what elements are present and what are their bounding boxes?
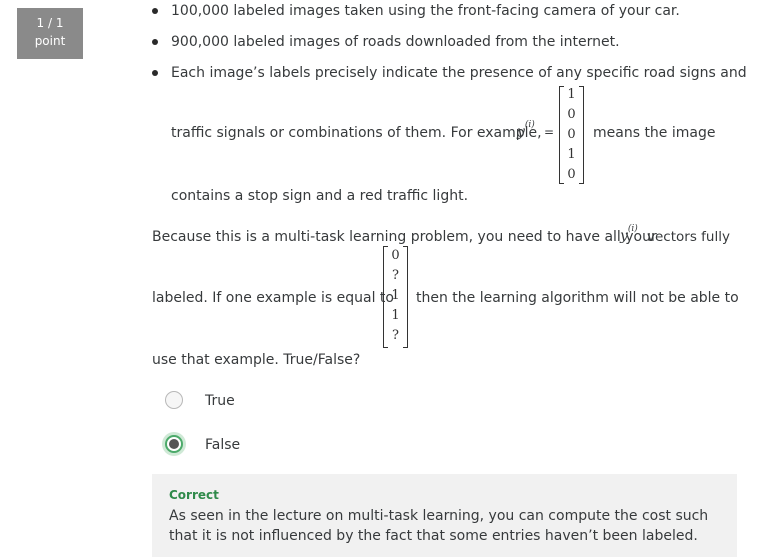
score-badge: 1 / 1 point <box>17 8 83 59</box>
y-superscript: (i) <box>524 120 535 130</box>
matrix-entry: ? <box>392 268 399 283</box>
feedback-message: As seen in the lecture on multi-task lea… <box>169 508 709 544</box>
bullet-dot-icon <box>152 39 158 45</box>
y-variable: y <box>517 124 525 140</box>
bullet-text: 900,000 labeled images of roads download… <box>171 34 620 50</box>
matrix-entry: 1 <box>391 308 400 323</box>
matrix-entry: 1 <box>391 288 400 303</box>
bullet-text: means the image <box>593 125 716 141</box>
bullet-text: contains a stop sign and a red traffic l… <box>171 188 469 204</box>
radio-false[interactable] <box>165 435 183 453</box>
option-label-false[interactable]: False <box>205 437 240 453</box>
equals-sign: = <box>544 125 555 139</box>
matrix-entry: 1 <box>567 87 576 102</box>
radio-true[interactable] <box>165 391 183 409</box>
matrix-entry: 0 <box>567 127 576 142</box>
matrix-entry: 1 <box>567 147 576 162</box>
feedback-box: Correct As seen in the lecture on multi-… <box>152 474 737 557</box>
matrix-entry: 0 <box>567 107 576 122</box>
bullet-text: Each image’s labels precisely indicate t… <box>171 65 747 81</box>
bullet-dot-icon <box>152 8 158 14</box>
bullet-dot-icon <box>152 70 158 76</box>
option-label-true[interactable]: True <box>205 393 235 409</box>
y-vector-symbol: y(i) <box>620 224 638 244</box>
y-vector-symbol: y(i) <box>517 120 535 140</box>
matrix-entry: 0 <box>567 167 576 182</box>
question-text: labeled. If one example is equal to <box>152 290 394 306</box>
question-text: Because this is a multi-task learning pr… <box>152 229 657 245</box>
matrix-entry: ? <box>392 328 399 343</box>
question-text: vectors fully <box>647 229 730 245</box>
y-variable: y <box>620 228 628 244</box>
question-text: use that example. True/False? <box>152 352 361 368</box>
score-unit: point <box>34 34 66 48</box>
example-label-matrix: 1 0 0 1 0 <box>559 86 584 184</box>
bullet-text: traffic signals or combinations of them.… <box>171 125 542 141</box>
matrix-entry: 0 <box>391 248 400 263</box>
bullet-text: 100,000 labeled images taken using the f… <box>171 3 680 19</box>
feedback-status: Correct <box>169 488 219 502</box>
y-superscript: (i) <box>627 224 638 234</box>
partial-label-matrix: 0 ? 1 1 ? <box>383 246 408 348</box>
score-fraction: 1 / 1 <box>36 16 64 30</box>
question-text: then the learning algorithm will not be … <box>416 290 739 306</box>
